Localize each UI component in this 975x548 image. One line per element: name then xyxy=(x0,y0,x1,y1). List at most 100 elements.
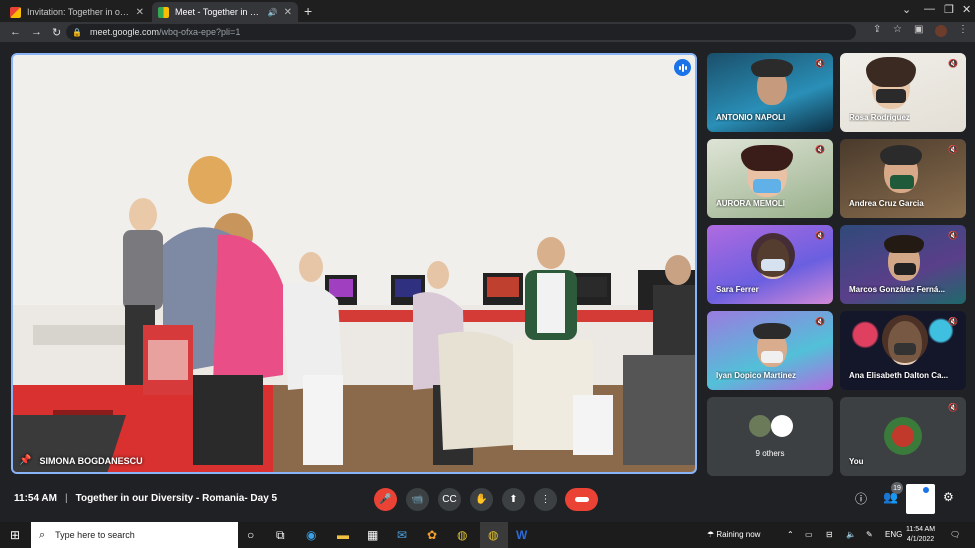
forward-arrow-icon[interactable]: → xyxy=(31,26,42,38)
clock-time: 11:54 AM xyxy=(906,526,936,533)
self-tile[interactable]: 🔇 You xyxy=(840,397,966,476)
chrome-icon[interactable]: ◍ xyxy=(457,528,467,542)
participant-count-badge: 19 xyxy=(891,482,903,494)
side-panel-icon[interactable]: ▣ xyxy=(914,24,923,35)
participant-video xyxy=(866,57,916,87)
tab-meet[interactable]: Meet - Together in our Diversity 🔊 ✕ xyxy=(152,2,298,22)
participant-video xyxy=(880,145,922,165)
url-host: meet.google.com xyxy=(89,27,160,37)
participant-tile[interactable]: 🔇 Ana Elisabeth Dalton Ca... xyxy=(840,311,966,390)
mic-off-icon: 🔇 xyxy=(948,59,958,68)
word-icon[interactable]: W xyxy=(516,528,527,542)
tab-title: Meet - Together in our Diversity xyxy=(175,7,262,17)
participant-video xyxy=(882,315,928,363)
url-field[interactable]: 🔒 meet.google.com/wbq-ofxa-epe?pli=1 xyxy=(66,24,856,40)
mic-off-icon: 🔇 xyxy=(815,317,825,326)
clock-date: 4/1/2022 xyxy=(906,536,935,543)
end-call-button[interactable] xyxy=(565,488,598,511)
meeting-control-bar: 11:54 AM | Together in our Diversity - Rom… xyxy=(0,478,975,522)
taskbar-search[interactable]: ⌕ Type here to search xyxy=(31,522,238,548)
participant-tile[interactable]: 🔇 Marcos González Ferná... xyxy=(840,225,966,304)
tab-audio-icon[interactable]: 🔊 xyxy=(268,8,278,17)
share-icon[interactable]: ⇪ xyxy=(873,24,881,35)
mic-off-icon: 🔇 xyxy=(815,231,825,240)
participant-video xyxy=(890,175,914,189)
participant-name: Andrea Cruz Garcia xyxy=(849,199,924,208)
new-tab-button[interactable]: + xyxy=(304,3,312,19)
raise-hand-button[interactable]: ✋ xyxy=(470,488,493,511)
language-indicator[interactable]: ENG xyxy=(885,530,902,539)
participant-name: Rosa Rodriguez xyxy=(849,113,910,122)
participant-video xyxy=(761,259,785,271)
participant-tile[interactable]: 🔇 ANTONIO NAPOLI xyxy=(707,53,833,132)
pin-icon[interactable]: 📌 xyxy=(19,455,31,466)
cortana-icon[interactable]: ○ xyxy=(247,528,254,542)
lock-icon: 🔒 xyxy=(72,27,82,37)
camera-button[interactable]: 📹 xyxy=(406,488,429,511)
url-path: /wbq-ofxa-epe?pli=1 xyxy=(159,27,241,37)
pen-icon[interactable]: ✎ xyxy=(866,530,873,539)
chrome-active-icon[interactable]: ◍ xyxy=(480,522,508,548)
more-options-button[interactable]: ⋮ xyxy=(534,488,557,511)
mic-off-icon: 🔇 xyxy=(815,59,825,68)
participant-video xyxy=(894,263,916,275)
avatar xyxy=(749,415,771,437)
star-icon[interactable]: ☆ xyxy=(893,24,902,35)
edge-icon[interactable]: ◉ xyxy=(306,528,316,542)
windows-start-icon[interactable]: ⊞ xyxy=(10,528,20,542)
participant-tile[interactable]: 🔇 Andrea Cruz Garcia xyxy=(840,139,966,218)
search-placeholder: Type here to search xyxy=(55,530,135,540)
chevron-down-icon[interactable]: ⌄ xyxy=(902,3,911,16)
task-view-icon[interactable]: ⧉ xyxy=(276,528,285,543)
separator: | xyxy=(64,493,68,504)
participant-video xyxy=(876,89,906,103)
meeting-info: 11:54 AM | Together in our Diversity - Rom… xyxy=(14,493,277,504)
audio-level-icon xyxy=(674,59,691,76)
umbrella-icon: ☂ xyxy=(707,530,717,539)
present-screen-button[interactable]: ⬆ xyxy=(502,488,525,511)
captions-button[interactable]: CC xyxy=(438,488,461,511)
restore-icon[interactable]: ❐ xyxy=(944,3,954,16)
reload-icon[interactable]: ↻ xyxy=(52,26,61,39)
notification-icon[interactable]: 🗨 xyxy=(950,530,960,539)
self-view-thumbnail[interactable] xyxy=(906,484,935,514)
network-icon[interactable]: ⊟ xyxy=(826,530,833,539)
file-explorer-icon[interactable]: ▬ xyxy=(337,528,349,542)
participant-tile[interactable]: 🔇 AURORA MEMOLI xyxy=(707,139,833,218)
participant-tile[interactable]: 🔇 Sara Ferrer xyxy=(707,225,833,304)
participant-video xyxy=(751,59,793,77)
mic-off-button[interactable]: 🎤 xyxy=(374,488,397,511)
weather-widget[interactable]: ☂ Raining now xyxy=(707,530,760,539)
close-window-icon[interactable]: ✕ xyxy=(962,3,971,16)
taskbar-clock[interactable]: 11:54 AM 4/1/2022 xyxy=(906,525,935,545)
store-icon[interactable]: ▦ xyxy=(367,528,378,542)
close-tab-icon[interactable]: ✕ xyxy=(136,7,144,18)
mail-icon[interactable]: ✉ xyxy=(397,528,407,542)
meeting-details-icon[interactable]: ⓘ xyxy=(855,490,867,507)
participant-name: Sara Ferrer xyxy=(716,285,759,294)
participant-video xyxy=(884,235,924,253)
minimize-icon[interactable]: — xyxy=(924,3,935,15)
more-vert-icon[interactable]: ⋮ xyxy=(958,24,968,35)
photos-icon[interactable]: ✿ xyxy=(427,528,437,542)
back-arrow-icon[interactable]: ← xyxy=(10,26,21,38)
others-tile[interactable]: 9 others xyxy=(707,397,833,476)
volume-icon[interactable]: 🔈 xyxy=(846,530,856,539)
participant-tile[interactable]: 🔇 Iyan Dopico Martinez xyxy=(707,311,833,390)
activities-icon[interactable]: ⚙ xyxy=(943,490,954,504)
phone-hangup-icon xyxy=(574,497,589,502)
participant-video xyxy=(894,343,916,355)
meet-icon xyxy=(158,6,169,18)
participant-name: ANTONIO NAPOLI xyxy=(716,113,786,122)
browser-tab-strip: Invitation: Together in our Diversity ✕ … xyxy=(0,0,975,22)
meeting-time: 11:54 AM xyxy=(14,493,57,504)
search-icon: ⌕ xyxy=(39,528,46,541)
meet-tray-icon[interactable]: ▭ xyxy=(805,530,813,539)
tab-gmail-invitation[interactable]: Invitation: Together in our Diversity ✕ xyxy=(4,2,150,22)
close-tab-icon[interactable]: ✕ xyxy=(284,7,292,18)
speaker-name: SIMONA BOGDANESCU xyxy=(39,455,143,466)
profile-avatar[interactable] xyxy=(935,25,947,37)
chevron-up-icon[interactable]: ⌃ xyxy=(787,530,794,539)
participant-tile[interactable]: 🔇 Rosa Rodriguez xyxy=(840,53,966,132)
main-video-tile[interactable]: 📌 SIMONA BOGDANESCU xyxy=(11,53,697,474)
